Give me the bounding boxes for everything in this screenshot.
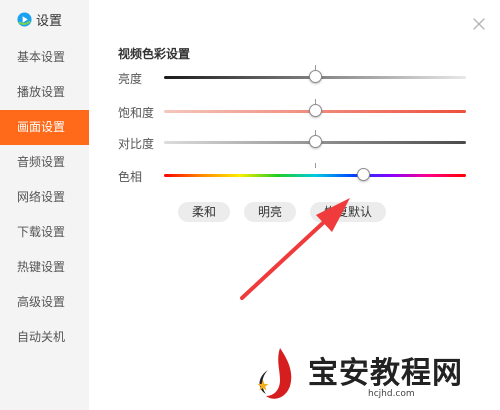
brightness-track[interactable] <box>164 65 466 83</box>
saturation-knob[interactable] <box>308 104 322 117</box>
preset-buttons: 柔和 明亮 恢复默认 <box>178 202 400 222</box>
contrast-track[interactable] <box>164 130 466 148</box>
bright-button[interactable]: 明亮 <box>244 202 297 222</box>
section-title: 视频色彩设置 <box>118 47 191 61</box>
brightness-slider: 亮度 <box>118 65 468 88</box>
watermark-url: hcjhd.com <box>368 389 415 399</box>
sidebar-item-auto-shutdown[interactable]: 自动关机 <box>0 320 89 355</box>
sidebar-item-picture[interactable]: 画面设置 <box>0 110 89 145</box>
brightness-knob[interactable] <box>308 70 322 83</box>
app-title-text: 设置 <box>36 13 63 29</box>
watermark-text: 宝安教程网 <box>308 356 463 391</box>
contrast-slider: 对比度 <box>118 130 468 153</box>
sidebar-item-hotkey[interactable]: 热键设置 <box>0 250 89 285</box>
hue-track[interactable] <box>164 163 466 181</box>
sidebar-nav: 基本设置 播放设置 画面设置 音频设置 网络设置 下载设置 热键设置 高级设置 … <box>0 40 89 355</box>
sidebar-item-advanced[interactable]: 高级设置 <box>0 285 89 320</box>
sidebar: 设置 基本设置 播放设置 画面设置 音频设置 网络设置 下载设置 热键设置 高级… <box>0 0 89 410</box>
sidebar-item-network[interactable]: 网络设置 <box>0 180 89 215</box>
sidebar-item-basic[interactable]: 基本设置 <box>0 40 89 75</box>
saturation-track[interactable] <box>164 99 466 117</box>
hue-default-tick <box>315 163 316 168</box>
app-title: 设置 <box>17 10 63 29</box>
contrast-knob[interactable] <box>308 135 322 148</box>
close-icon[interactable] <box>469 14 489 34</box>
reset-default-button[interactable]: 恢复默认 <box>310 202 387 222</box>
hue-knob[interactable] <box>356 168 370 181</box>
hue-slider: 色相 <box>118 163 468 186</box>
brightness-label: 亮度 <box>118 72 143 86</box>
saturation-slider: 饱和度 <box>118 99 468 122</box>
hue-label: 色相 <box>118 170 143 184</box>
contrast-label: 对比度 <box>118 137 155 151</box>
saturation-label: 饱和度 <box>118 106 155 120</box>
watermark: 宝安教程网 hcjhd.com <box>250 340 500 410</box>
sidebar-item-audio[interactable]: 音频设置 <box>0 145 89 180</box>
sidebar-item-download[interactable]: 下载设置 <box>0 215 89 250</box>
site-logo-icon <box>257 348 292 399</box>
soft-button[interactable]: 柔和 <box>178 202 231 222</box>
sidebar-item-playback[interactable]: 播放设置 <box>0 75 89 110</box>
player-logo-icon <box>17 11 32 27</box>
